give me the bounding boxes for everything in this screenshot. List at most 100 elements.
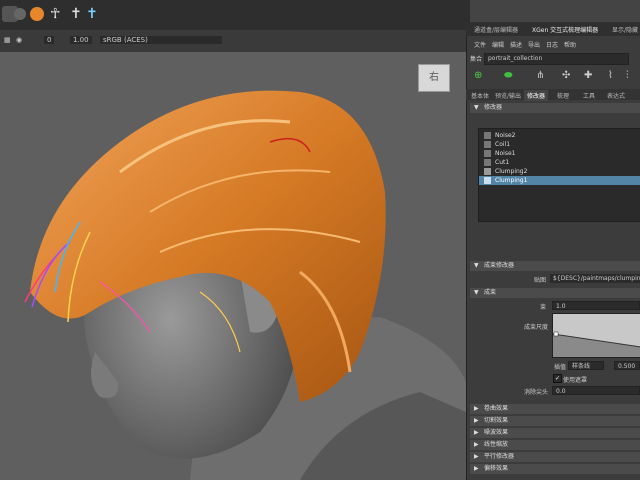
expand-arrow-icon: ▼ xyxy=(474,262,479,269)
menu-file[interactable]: 文件 xyxy=(474,40,486,49)
clumping-section-header[interactable]: ▼ 成束修改器 xyxy=(470,261,640,271)
clump-label: 束 xyxy=(540,304,547,311)
clump-scale-label: 成束尺度 xyxy=(524,324,549,331)
modifiers-section-header[interactable]: ▼ 修改器 xyxy=(470,103,640,113)
3d-viewport[interactable]: 右 xyxy=(0,52,466,480)
modifier-icon xyxy=(484,150,491,157)
list-item[interactable]: Clumping2 xyxy=(479,167,640,176)
tab-preview-output[interactable]: 预览/输出 xyxy=(492,90,524,101)
xgen-tool-icons: ⊕ ⬬ ⋔ ✣ ✚ ⌇ ⫶ xyxy=(466,66,640,88)
colorspace-select[interactable]: sRGB (ACES) xyxy=(100,36,222,44)
frame-field[interactable]: 0 xyxy=(44,36,55,44)
list-item[interactable]: Noise1 xyxy=(479,149,640,158)
ramp-value-field[interactable]: 0.500 xyxy=(614,361,640,370)
joint-icon[interactable]: ✝ xyxy=(70,6,86,22)
modifier-label: Cut1 xyxy=(495,159,510,166)
list-item[interactable]: Cut1 xyxy=(479,158,640,167)
collapse-arrow-icon: ▶ xyxy=(474,441,479,448)
modifier-icon xyxy=(484,177,491,184)
collapse-arrow-icon: ▶ xyxy=(474,465,479,472)
modifiers-section-title: 修改器 xyxy=(484,104,503,111)
dot-icon[interactable]: ◉ xyxy=(16,36,22,44)
clumping-section-title: 成束修改器 xyxy=(484,262,515,269)
tab-show-hide[interactable]: 显示/隐藏 xyxy=(612,25,638,34)
add-description-icon[interactable]: ⊕ xyxy=(474,70,482,81)
map-field[interactable]: ${DESC}/paintmaps/clumpin_n xyxy=(550,274,640,283)
clump-section-title: 成束 xyxy=(484,289,497,296)
collapse-arrow-icon: ▶ xyxy=(474,417,479,424)
map-label: 贴图 xyxy=(534,277,547,284)
list-item[interactable]: Coil1 xyxy=(479,140,640,149)
sphere-icon[interactable] xyxy=(30,7,44,21)
menu-edit[interactable]: 编辑 xyxy=(492,40,504,49)
move-guide-icon[interactable]: ✣ xyxy=(562,70,570,81)
sharp-tips-field[interactable]: 0.0 xyxy=(552,386,640,395)
render-image xyxy=(24,90,466,480)
scale-field[interactable]: 1.00 xyxy=(70,36,92,44)
expand-arrow-icon: ▼ xyxy=(474,289,479,296)
modifier-label: Noise1 xyxy=(495,150,516,157)
sculpt-guide-icon[interactable]: ⌇ xyxy=(608,70,613,81)
collapsed-section[interactable]: ▶ 噪波效果 xyxy=(470,428,640,438)
tab-xgen-groom[interactable]: XGen 交互式梳理编辑器 xyxy=(532,25,598,34)
section-title: 平行修改器 xyxy=(484,453,515,460)
section-title: 偏移效果 xyxy=(484,465,509,472)
collapsed-section[interactable]: ▶ 偏移效果 xyxy=(470,464,640,474)
clump-field[interactable]: 1.0 xyxy=(552,301,640,310)
use-mask-checkbox[interactable]: ✓ xyxy=(553,374,562,383)
collapse-arrow-icon: ▶ xyxy=(474,453,479,460)
xgen-subtabs: 基本体 预览/输出 修改器 梳理 工具 表达式 xyxy=(466,89,640,101)
collapsed-section[interactable]: ▶ 切割效果 xyxy=(470,416,640,426)
menu-log[interactable]: 日志 xyxy=(546,40,558,49)
modifier-label: Clumping1 xyxy=(495,177,528,184)
modifier-label: Clumping2 xyxy=(495,168,528,175)
interp-label: 插值 xyxy=(554,364,567,371)
section-title: 切割效果 xyxy=(484,417,509,424)
interp-select[interactable]: 样条线 xyxy=(568,361,604,370)
modifier-list: Noise2 Coil1 Noise1 Cut1 Clumping2 Clump… xyxy=(478,128,640,222)
tab-channel-box[interactable]: 通道盒/层编辑器 xyxy=(474,25,518,34)
menu-description[interactable]: 描述 xyxy=(510,40,522,49)
panel-tabs: 通道盒/层编辑器 XGen 交互式梳理编辑器 显示/隐藏 xyxy=(466,22,640,36)
tab-grooming[interactable]: 梳理 xyxy=(554,90,572,101)
viewport-toolbar: ▦ ◉ 0 1.00 sRGB (ACES) xyxy=(0,30,470,53)
map-row: 贴图 ${DESC}/paintmaps/clumpin_n xyxy=(470,274,640,284)
sharp-tips-label: 消除尖头 xyxy=(524,389,549,396)
add-guide-icon[interactable]: ✚ xyxy=(584,70,592,81)
menu-help[interactable]: 帮助 xyxy=(564,40,576,49)
collapse-arrow-icon: ▶ xyxy=(474,405,479,412)
tab-tools[interactable]: 工具 xyxy=(580,90,598,101)
green-ellipse-icon[interactable]: ⬬ xyxy=(504,70,513,81)
section-title: 线性缩放 xyxy=(484,441,509,448)
section-title: 噪波效果 xyxy=(484,429,509,436)
modifier-label: Coil1 xyxy=(495,141,511,148)
guide-tool-icon[interactable]: ⋔ xyxy=(536,70,544,81)
modifier-icon xyxy=(484,168,491,175)
collapsed-section[interactable]: ▶ 平行修改器 xyxy=(470,452,640,462)
collapse-arrow-icon: ▶ xyxy=(474,429,479,436)
collapsed-section[interactable]: ▶ 线性缩放 xyxy=(470,440,640,450)
gear-shelf-icon[interactable] xyxy=(14,8,26,20)
menu-export[interactable]: 导出 xyxy=(528,40,540,49)
comb-guide-icon[interactable]: ⫶ xyxy=(626,70,629,81)
clump-scale-ramp[interactable] xyxy=(552,313,640,358)
tab-modifiers[interactable]: 修改器 xyxy=(524,90,549,101)
modifier-icon xyxy=(484,141,491,148)
section-title: 卷曲效果 xyxy=(484,405,509,412)
collapsed-section[interactable]: ▶ 卷曲效果 xyxy=(470,404,640,414)
tab-expressions[interactable]: 表达式 xyxy=(604,90,628,101)
top-toolbar: ☥ ✝ ✝ xyxy=(0,0,470,30)
skeleton-icon[interactable]: ☥ xyxy=(50,6,66,22)
ik-icon[interactable]: ✝ xyxy=(86,6,102,22)
panel-menu: 文件 编辑 描述 导出 日志 帮助 xyxy=(466,38,640,50)
grid-icon[interactable]: ▦ xyxy=(4,36,11,44)
collection-select[interactable]: portrait_collection xyxy=(484,53,629,65)
tab-primitives[interactable]: 基本体 xyxy=(468,90,492,101)
modifier-label: Noise2 xyxy=(495,132,516,139)
list-item-selected[interactable]: Clumping1 xyxy=(479,176,640,185)
view-cube[interactable]: 右 xyxy=(418,64,450,92)
list-item[interactable]: Noise2 xyxy=(479,131,640,140)
modifier-icon xyxy=(484,132,491,139)
clump-section-header[interactable]: ▼ 成束 xyxy=(470,288,640,298)
collection-label: 集合 xyxy=(470,56,483,63)
